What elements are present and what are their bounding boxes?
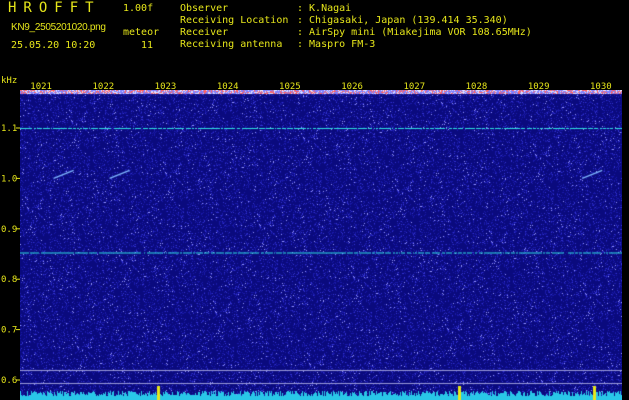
x-tick-label: 1023 <box>155 82 177 92</box>
x-tick-label: 1029 <box>528 82 550 92</box>
y-tick-label: 0.9 <box>1 225 17 235</box>
x-tick-label: 1028 <box>466 82 488 92</box>
x-axis: 1021 1022 1023 1024 1025 1026 1027 1028 1029 1030 <box>30 82 611 92</box>
y-tick-label: 0.6 <box>1 376 17 386</box>
y-tick-label: 0.7 <box>1 326 17 336</box>
x-tick-label: 1030 <box>590 82 612 92</box>
y-tick-label: 1.0 <box>1 174 17 184</box>
y-tick-label: 0.8 <box>1 275 17 285</box>
x-tick-label: 1022 <box>92 82 114 92</box>
y-axis-label: kHz <box>1 76 17 86</box>
x-tick-label: 1025 <box>279 82 301 92</box>
x-tick-label: 1024 <box>217 82 239 92</box>
x-tick-label: 1027 <box>403 82 425 92</box>
hrofft-window: HROFFT 1.00f KN9_2505201020.png meteor 2… <box>0 0 629 400</box>
spectrogram-axes: kHz 1.11.00.90.80.70.6 1021 1022 1023 1024 1… <box>1 76 612 386</box>
x-tick-label: 1026 <box>341 82 363 92</box>
y-axis: 1.1 1.0 0.9 0.8 0.7 0.6 <box>1 124 20 386</box>
y-tick-label: 1.1 <box>1 124 17 134</box>
x-tick-label: 1021 <box>30 82 52 92</box>
